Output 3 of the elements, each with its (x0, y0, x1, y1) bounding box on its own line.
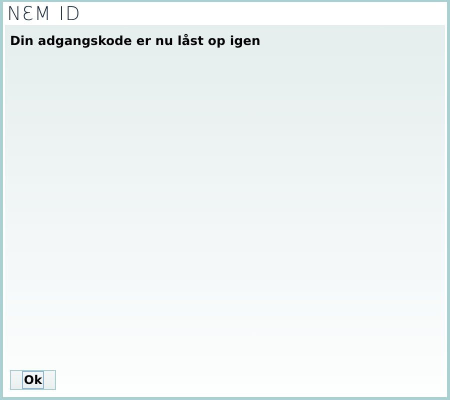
logo: NƐM ID (7, 2, 82, 24)
ok-button[interactable]: Ok (10, 370, 56, 390)
message-text: Din adgangskode er nu låst op igen (10, 33, 262, 48)
